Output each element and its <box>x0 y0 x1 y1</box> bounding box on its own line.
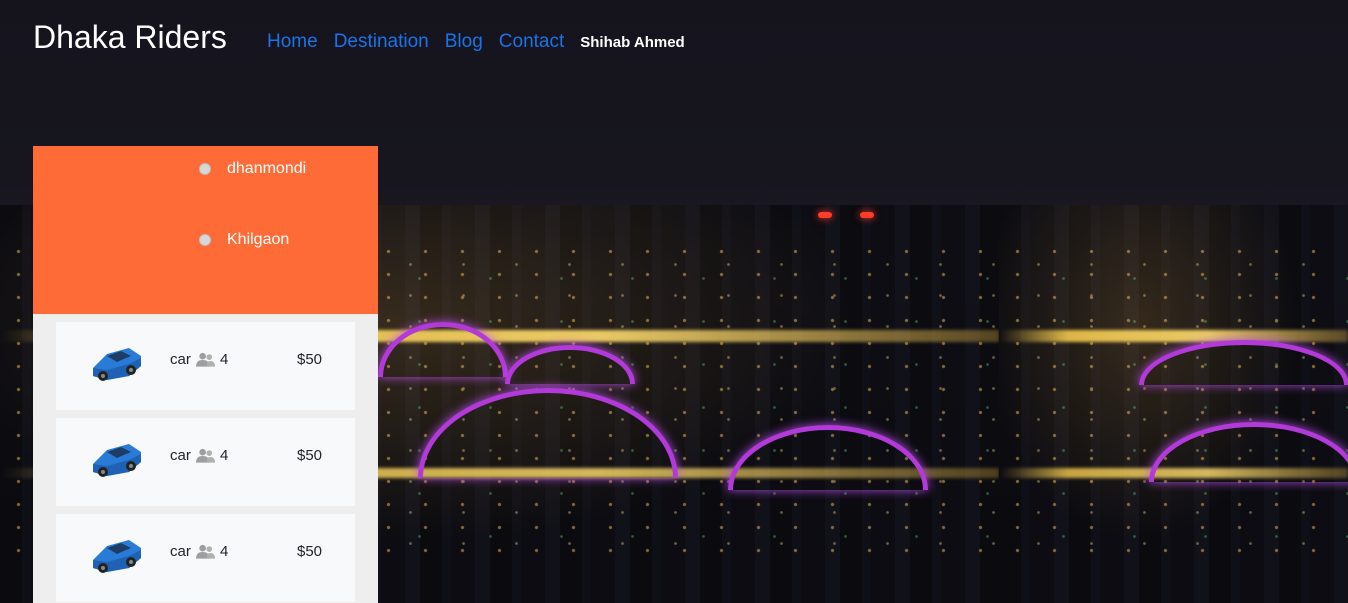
ride-capacity: 4 <box>220 447 229 464</box>
ride-price: $50 <box>297 543 323 560</box>
nav-link-home[interactable]: Home <box>267 31 318 53</box>
red-beacon <box>818 212 832 218</box>
nav-link-blog[interactable]: Blog <box>445 31 483 53</box>
ride-capacity: 4 <box>220 351 229 368</box>
nav-link-destination[interactable]: Destination <box>334 31 429 53</box>
ride-panel: dhanmondi Khilgaon car 4 $50 car 4 $50 c… <box>33 146 378 603</box>
people-icon <box>196 544 215 559</box>
road-glow <box>999 330 1348 342</box>
car-icon <box>93 444 141 477</box>
ride-capacity: 4 <box>220 543 229 560</box>
route-to: Khilgaon <box>199 231 289 249</box>
red-beacon <box>860 212 874 218</box>
nav-link-contact[interactable]: Contact <box>499 31 564 53</box>
ride-option-card[interactable]: car 4 $50 <box>56 514 355 602</box>
ride-price: $50 <box>297 447 323 464</box>
car-icon <box>93 348 141 381</box>
city-lights <box>999 240 1348 570</box>
background-tile-right <box>999 0 1348 603</box>
site-brand[interactable]: Dhaka Riders <box>33 19 227 56</box>
user-name: Shihab Ahmed <box>580 33 685 51</box>
people-icon <box>196 352 215 367</box>
car-icon <box>93 540 141 573</box>
route-from-label: dhanmondi <box>227 160 307 177</box>
ride-price: $50 <box>297 351 323 368</box>
ride-option-card[interactable]: car 4 $50 <box>56 418 355 506</box>
ride-type: car <box>170 543 191 560</box>
location-dot-icon <box>199 163 211 175</box>
page: Dhaka Riders Home Destination Blog Conta… <box>0 0 1348 603</box>
location-dot-icon <box>199 234 211 246</box>
ride-option-card[interactable]: car 4 $50 <box>56 322 355 410</box>
route-summary: dhanmondi Khilgaon <box>33 146 378 314</box>
ride-type: car <box>170 447 191 464</box>
ride-type: car <box>170 351 191 368</box>
people-icon <box>196 448 215 463</box>
main-nav: Home Destination Blog Contact Shihab Ahm… <box>267 31 685 53</box>
route-to-label: Khilgaon <box>227 231 290 248</box>
route-from: dhanmondi <box>199 160 306 178</box>
